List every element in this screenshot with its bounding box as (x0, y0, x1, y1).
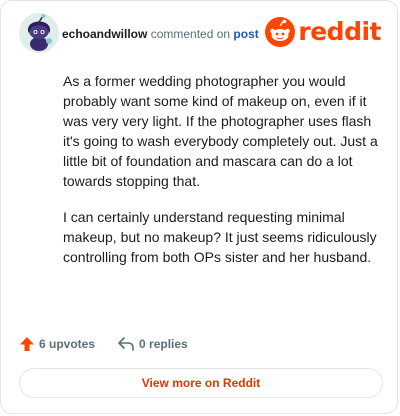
post-link[interactable]: post (233, 27, 258, 41)
username-link[interactable]: echoandwillow (62, 27, 147, 41)
comment-card: echoandwillow commented on post reddit A… (0, 0, 398, 414)
reddit-logo[interactable]: reddit (265, 17, 381, 47)
comment-paragraph: As a former wedding photographer you wou… (63, 73, 378, 189)
comment-body: As a former wedding photographer you wou… (63, 71, 383, 283)
commented-on-text: commented on (150, 27, 231, 41)
comment-actions: 6 upvotes 0 replies (19, 334, 210, 354)
reddit-wordmark: reddit (298, 17, 381, 46)
reddit-snoo-logo-icon (265, 17, 296, 47)
comment-header: echoandwillow commented on post reddit (19, 13, 381, 53)
reply-arrow-icon (118, 337, 134, 351)
comment-meta: echoandwillow commented on post (62, 26, 259, 42)
snoo-avatar-icon (19, 13, 59, 53)
upvote-action[interactable]: 6 upvotes (19, 336, 95, 352)
upvotes-count: 6 upvotes (39, 337, 96, 351)
view-more-button[interactable]: View more on Reddit (19, 368, 383, 398)
upvote-arrow-icon (20, 337, 34, 351)
reply-action[interactable]: 0 replies (117, 336, 188, 352)
comment-paragraph: I can certainly understand requesting mi… (63, 209, 377, 265)
user-avatar[interactable] (19, 13, 59, 53)
replies-count: 0 replies (139, 337, 188, 351)
